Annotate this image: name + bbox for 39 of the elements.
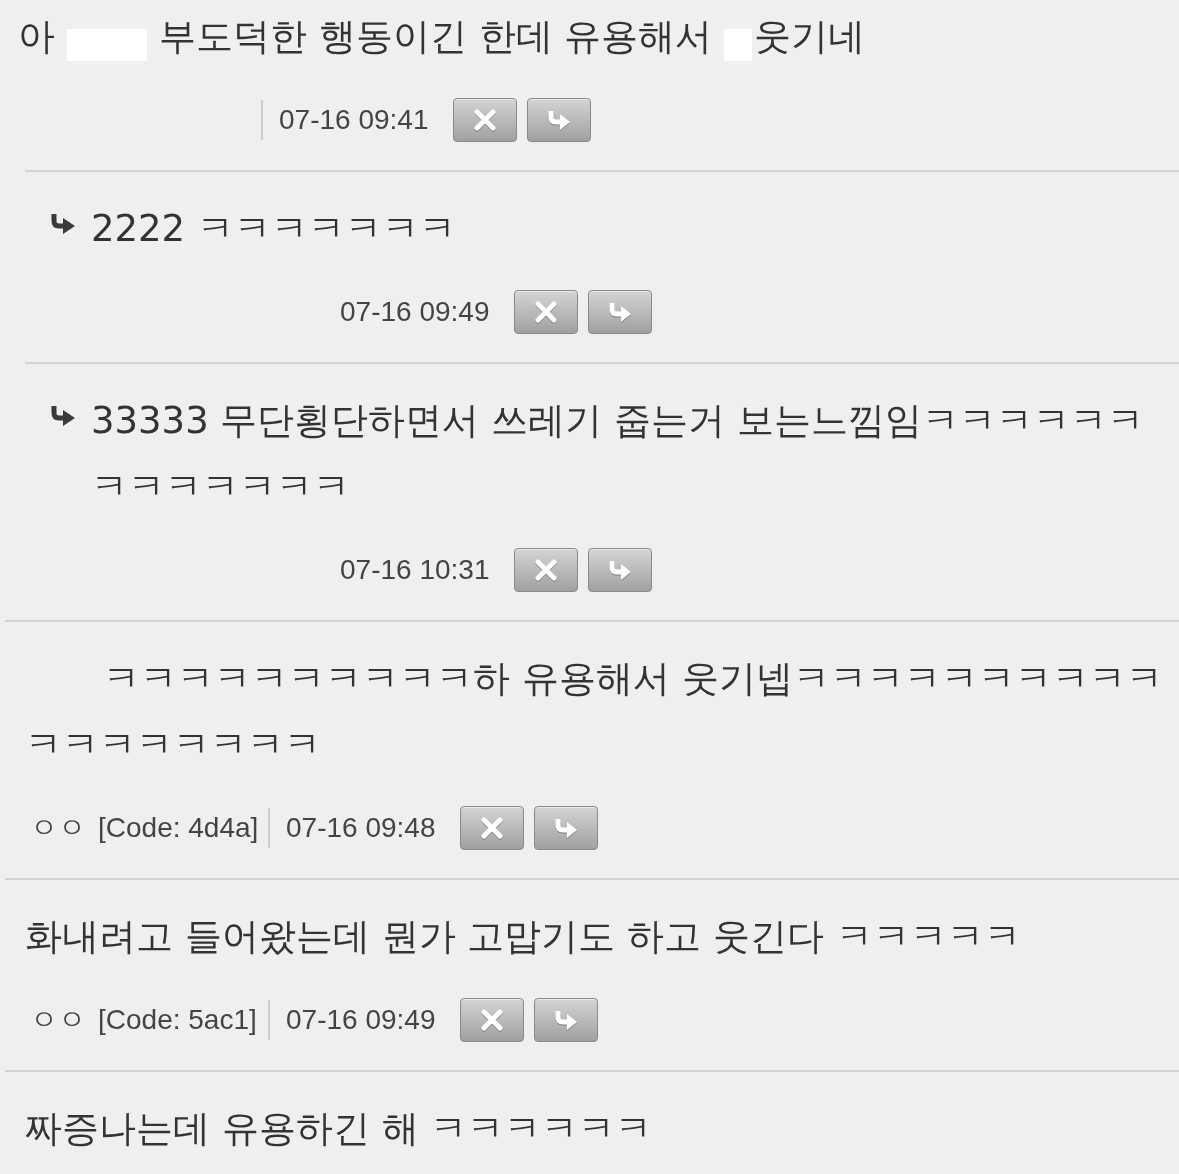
reply-arrow-icon	[50, 213, 76, 235]
reply-arrow-icon	[50, 405, 76, 427]
comment-text: 2222 ㅋㅋㅋㅋㅋㅋㅋ	[91, 207, 456, 250]
delete-button[interactable]	[460, 998, 525, 1042]
reply-button[interactable]	[534, 998, 599, 1042]
reply-arrow-icon	[554, 818, 579, 838]
close-icon	[535, 559, 558, 581]
comment-text: 짜증나는데 유용하긴 해 ㅋㅋㅋㅋㅋㅋ	[25, 1107, 653, 1150]
comment-text: ㅋㅋㅋㅋㅋㅋㅋㅋㅋㅋ하 유용해서 웃기넵ㅋㅋㅋㅋㅋㅋㅋㅋㅋㅋㅋㅋㅋㅋㅋㅋㅋㅋ	[25, 657, 1163, 766]
reply-arrow-icon	[547, 110, 572, 130]
close-icon	[481, 1009, 504, 1031]
close-icon	[481, 817, 504, 839]
reply-arrow-icon	[554, 1010, 579, 1030]
comment-date: 07-16 09:48	[286, 812, 436, 844]
comment-text: 화내려고 들어왔는데 뭔가 고맙기도 하고 웃긴다 ㅋㅋㅋㅋㅋ	[25, 915, 1021, 958]
comment-date: 07-16 10:31	[340, 554, 490, 586]
comment-text: 부도덕한 행동이긴 한데 유용해서	[159, 15, 713, 58]
user-code: [Code: 4d4a]	[98, 812, 259, 844]
delete-button[interactable]	[514, 548, 579, 592]
delete-button[interactable]	[514, 290, 579, 334]
comment-date: 07-16 09:49	[340, 296, 490, 328]
reply-button[interactable]	[588, 290, 653, 334]
reply-button[interactable]	[588, 548, 653, 592]
reply-arrow-icon	[608, 560, 633, 580]
close-icon	[474, 109, 497, 131]
author-name: ㅇㅇ	[30, 1003, 86, 1037]
reply-arrow-icon	[608, 302, 633, 322]
comment-text: 아	[18, 15, 55, 58]
comment-text: 33333 무단횡단하면서 쓰레기 줍는거 보는느낌임ㅋㅋㅋㅋㅋㅋㅋㅋㅋㅋㅋㅋㅋ	[91, 399, 1144, 508]
delete-button[interactable]	[453, 98, 518, 142]
author-name: ㅇㅇ	[30, 811, 86, 845]
comment-date: 07-16 09:41	[279, 104, 429, 136]
comment-date: 07-16 09:49	[286, 1004, 436, 1036]
reply-button[interactable]	[534, 806, 599, 850]
comment-text: 웃기네	[754, 15, 866, 58]
reply-button[interactable]	[527, 98, 592, 142]
delete-button[interactable]	[460, 806, 525, 850]
user-code: [Code: 5ac1]	[98, 1004, 257, 1036]
close-icon	[535, 301, 558, 323]
